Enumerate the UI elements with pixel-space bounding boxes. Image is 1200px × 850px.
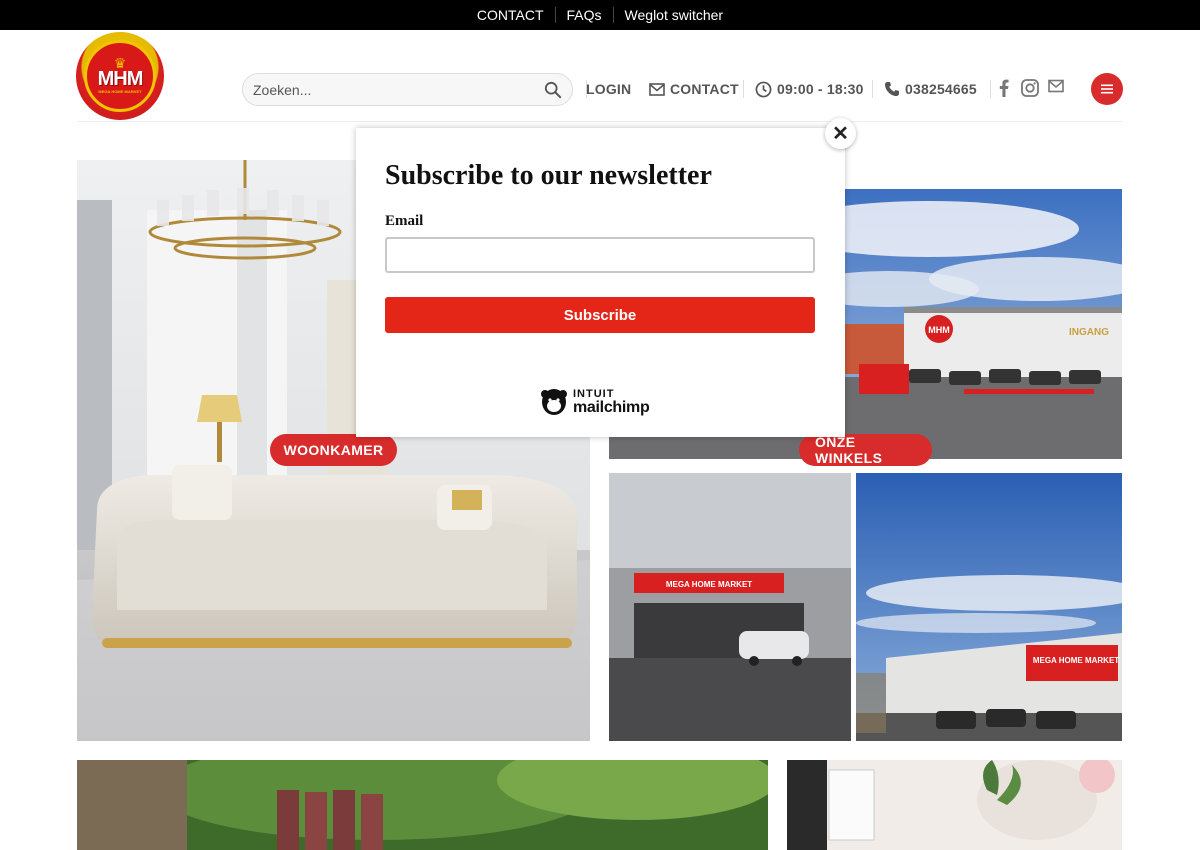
logo-badge: ♛ MHM MEGA HOME MARKET [84, 40, 156, 112]
facebook-icon[interactable] [999, 79, 1009, 97]
header-divider [77, 121, 1123, 122]
interior-tile[interactable] [787, 760, 1122, 850]
topbar-faqs-link[interactable]: FAQs [554, 7, 613, 23]
clock-icon [755, 81, 772, 97]
topbar-language-switcher[interactable]: Weglot switcher [612, 7, 735, 23]
store-front-image: MEGA HOME MARKET [609, 473, 851, 741]
phone-label: 038254665 [905, 81, 977, 97]
login-link[interactable]: LOGIN [586, 78, 631, 100]
garden-image [77, 760, 768, 850]
phone-link[interactable]: 038254665 [884, 78, 977, 100]
instagram-icon[interactable] [1021, 79, 1039, 97]
search-input[interactable] [253, 81, 544, 98]
contact-link[interactable]: CONTACT [649, 78, 739, 100]
brand-bottom: mailchimp [573, 399, 650, 416]
search-icon[interactable] [544, 81, 562, 99]
close-icon[interactable]: ✕ [825, 118, 856, 149]
mail-icon[interactable] [1048, 79, 1064, 93]
email-label: Email [385, 213, 424, 229]
store-sign: MEGA HOME MARKET [666, 580, 752, 589]
mailchimp-branding[interactable]: INTUIT mailchimp [539, 385, 650, 417]
search-box [242, 73, 573, 106]
store-sign: MEGA HOME MARKET [1033, 656, 1119, 665]
hours-label: 09:00 - 18:30 [777, 81, 864, 97]
menu-button[interactable] [1091, 73, 1123, 105]
top-bar: CONTACT FAQs Weglot switcher [0, 0, 1200, 30]
nav-divider [872, 80, 873, 98]
hamburger-icon [1101, 84, 1113, 94]
nav-divider [743, 80, 744, 98]
subscribe-button[interactable]: Subscribe [385, 297, 815, 333]
logo-tagline: MEGA HOME MARKET [98, 89, 142, 94]
store-building-tile[interactable]: MEGA HOME MARKET [856, 473, 1122, 741]
store-front-tile[interactable]: MEGA HOME MARKET [609, 473, 851, 741]
mailchimp-logo-icon [541, 389, 567, 415]
store-building-image: MEGA HOME MARKET [856, 473, 1122, 741]
newsletter-popup: Subscribe to our newsletter Email Subscr… [356, 128, 845, 437]
woonkamer-tag[interactable]: WOONKAMER [270, 434, 397, 466]
onze-winkels-tag[interactable]: ONZE WINKELS [799, 434, 932, 466]
email-field[interactable] [385, 237, 815, 273]
popup-title: Subscribe to our newsletter [385, 160, 712, 191]
svg-text:MHM: MHM [928, 325, 950, 335]
login-label: LOGIN [586, 81, 632, 97]
interior-image [787, 760, 1122, 850]
envelope-icon [649, 82, 665, 96]
garden-tile[interactable] [77, 760, 768, 850]
topbar-contact-link[interactable]: CONTACT [466, 7, 555, 23]
contact-label: CONTACT [670, 81, 739, 97]
logo-mark: MHM [97, 68, 144, 90]
site-logo[interactable]: ♛ MHM MEGA HOME MARKET [76, 32, 164, 120]
phone-icon [885, 82, 899, 96]
store-entrance-sign: INGANG [1069, 327, 1109, 338]
opening-hours: 09:00 - 18:30 [755, 78, 864, 100]
nav-divider [990, 80, 991, 98]
